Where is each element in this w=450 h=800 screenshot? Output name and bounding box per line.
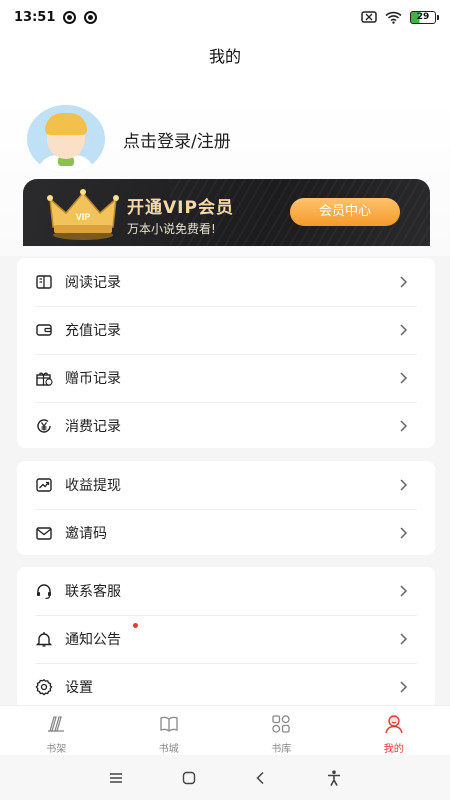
gift-icon	[35, 369, 53, 387]
menu-item-spending-history[interactable]: 消费记录	[17, 402, 435, 450]
menu-item-label: 邀请码	[65, 526, 107, 542]
profile-icon	[385, 715, 403, 734]
battery-level: 29	[416, 11, 430, 22]
battery-icon: 29	[410, 10, 439, 24]
menu-item-label: 充值记录	[65, 323, 121, 339]
library-icon	[272, 715, 290, 733]
menu-item-label: 设置	[65, 680, 93, 696]
mail-icon	[35, 524, 53, 542]
notification-icon	[63, 10, 77, 24]
earnings-menu: 收益提现 邀请码	[17, 461, 435, 555]
chevron-right-icon	[400, 420, 408, 432]
menu-item-settings[interactable]: 设置	[17, 663, 435, 711]
menu-item-label: 通知公告	[65, 632, 121, 648]
menu-item-label: 收益提现	[65, 478, 121, 494]
back-icon[interactable]	[252, 769, 270, 787]
tab-bookshelf[interactable]: 书架	[0, 706, 113, 755]
tab-label: 书城	[158, 744, 179, 755]
tab-profile[interactable]: 我的	[338, 706, 450, 755]
page-title: 我的	[0, 34, 450, 96]
chevron-right-icon	[400, 527, 408, 539]
login-register-link[interactable]: 点击登录/注册	[123, 127, 231, 152]
avatar[interactable]	[27, 105, 105, 173]
vip-subtitle: 万本小说免费看!	[127, 222, 216, 236]
menu-item-customer-service[interactable]: 联系客服	[17, 567, 435, 615]
tab-label: 我的	[383, 744, 404, 755]
menu-item-withdraw-earnings[interactable]: 收益提现	[17, 461, 435, 509]
chevron-right-icon	[400, 276, 408, 288]
yen-icon	[35, 417, 53, 435]
vip-title: 开通VIP会员	[127, 198, 234, 218]
trend-icon	[35, 476, 53, 494]
tab-library[interactable]: 书库	[225, 706, 338, 755]
crown-icon: VIP	[47, 189, 119, 240]
wallet-icon	[35, 321, 53, 339]
crown-label: VIP	[76, 212, 91, 222]
menu-item-reading-history[interactable]: 阅读记录	[17, 258, 435, 306]
wifi-icon	[385, 11, 402, 24]
home-icon[interactable]	[180, 769, 198, 787]
chevron-right-icon	[400, 633, 408, 645]
chevron-right-icon	[400, 479, 408, 491]
menu-item-label: 赠币记录	[65, 371, 121, 387]
unread-dot	[133, 623, 138, 628]
headset-icon	[35, 582, 53, 600]
menu-item-label: 阅读记录	[65, 275, 121, 291]
book-icon	[35, 273, 53, 291]
system-nav-bar	[0, 755, 450, 800]
menu-item-invite-code[interactable]: 邀请码	[17, 509, 435, 557]
menu-item-recharge-history[interactable]: 充值记录	[17, 306, 435, 354]
avatar-hair	[45, 113, 87, 135]
menu-item-label: 消费记录	[65, 419, 121, 435]
tab-label: 书库	[271, 744, 292, 755]
accessibility-icon[interactable]	[325, 769, 343, 787]
sim-off-icon	[361, 11, 377, 23]
chevron-right-icon	[400, 324, 408, 336]
chevron-right-icon	[400, 372, 408, 384]
chevron-right-icon	[400, 585, 408, 597]
bell-icon	[35, 630, 53, 648]
notification-icon	[84, 10, 98, 24]
menu-item-label: 联系客服	[65, 584, 121, 600]
status-bar: 13:51 29	[0, 0, 450, 34]
status-time: 13:51	[14, 9, 56, 25]
support-menu: 联系客服 通知公告 设置	[17, 567, 435, 709]
records-menu: 阅读记录 充值记录 赠币记录 消费记录	[17, 258, 435, 448]
vip-center-button[interactable]: 会员中心	[290, 198, 400, 226]
menu-item-notifications[interactable]: 通知公告	[17, 615, 435, 663]
chevron-right-icon	[400, 681, 408, 693]
menu-icon[interactable]	[107, 769, 125, 787]
bottom-tab-bar: 书架 书城 书库 我的	[0, 705, 450, 755]
bookstore-icon	[160, 716, 178, 732]
gear-icon	[35, 678, 53, 696]
menu-item-gift-coin-history[interactable]: 赠币记录	[17, 354, 435, 402]
tab-bookstore[interactable]: 书城	[113, 706, 226, 755]
vip-banner[interactable]: VIP 开通VIP会员 万本小说免费看! 会员中心	[23, 179, 430, 246]
tab-label: 书架	[46, 744, 67, 755]
bookshelf-icon	[48, 716, 65, 732]
